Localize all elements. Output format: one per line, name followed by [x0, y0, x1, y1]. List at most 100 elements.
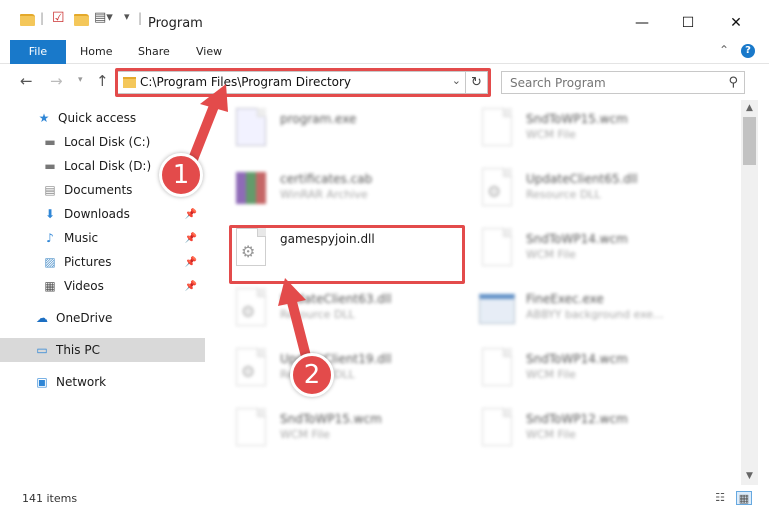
toolbar-dropdown-icon[interactable]: ▾: [124, 10, 130, 23]
pin-icon[interactable]: 📌: [185, 281, 197, 292]
pin-icon[interactable]: 📌: [185, 257, 197, 268]
sidebar-item-pictures[interactable]: ▨ Pictures 📌: [0, 250, 205, 274]
properties-icon[interactable]: ☑: [52, 10, 65, 26]
file-icon: [479, 348, 515, 388]
tab-home[interactable]: Home: [80, 40, 112, 64]
sidebar-item-label: Network: [56, 375, 107, 389]
customize-icon[interactable]: ▤▾: [94, 10, 113, 25]
scroll-up-icon[interactable]: ▲: [741, 100, 758, 117]
sidebar-item-music[interactable]: ♪ Music 📌: [0, 226, 205, 250]
sidebar-item-local-disk-c[interactable]: ▬ Local Disk (C:): [0, 130, 205, 154]
new-folder-icon[interactable]: [74, 14, 89, 26]
refresh-icon[interactable]: ↻: [465, 72, 487, 93]
pin-icon[interactable]: 📌: [185, 233, 197, 244]
list-item[interactable]: SndToWP14.wcm WCM File: [479, 224, 719, 280]
archive-file-icon: [233, 168, 269, 208]
close-button[interactable]: ✕: [713, 8, 759, 38]
file-name: gamespyjoin.dll: [280, 232, 375, 246]
title-bar: | ☑ ▤▾ ▾ | Program — ☐ ✕: [0, 0, 769, 40]
star-icon: ★: [38, 111, 50, 125]
download-icon: ⬇: [44, 207, 56, 221]
sidebar-item-label: Downloads: [64, 207, 130, 221]
list-item[interactable]: SndToWP12.wcm WCM File: [479, 404, 719, 460]
pictures-icon: ▨: [44, 255, 56, 269]
step-badge-1: 1: [159, 153, 203, 197]
large-icons-view-icon[interactable]: ▦: [736, 491, 752, 505]
chevron-up-icon[interactable]: ⌃: [719, 43, 729, 57]
sidebar-item-videos[interactable]: ▦ Videos 📌: [0, 274, 205, 298]
sidebar-item-this-pc[interactable]: ▭ This PC: [0, 338, 205, 362]
up-arrow-icon[interactable]: ↑: [96, 72, 109, 90]
list-item[interactable]: SndToWP15.wcm WCM File: [479, 104, 719, 160]
scroll-thumb[interactable]: [743, 117, 756, 165]
list-item[interactable]: SndToWP14.wcm WCM File: [479, 344, 719, 400]
search-box[interactable]: ⚲: [501, 71, 745, 94]
scroll-down-icon[interactable]: ▼: [741, 468, 758, 485]
sidebar-item-label: This PC: [56, 343, 100, 357]
address-path[interactable]: C:\Program Files\Program Directory: [140, 75, 351, 89]
chevron-down-icon[interactable]: ⌄: [452, 74, 461, 87]
address-bar[interactable]: C:\Program Files\Program Directory ⌄ ↻: [117, 71, 488, 94]
file-type: Resource DLL: [526, 188, 601, 201]
videos-icon: ▦: [44, 279, 56, 293]
file-icon: [479, 228, 515, 268]
maximize-button[interactable]: ☐: [665, 8, 711, 38]
list-item[interactable]: ⚙ UpdateClient63.dll Resource DLL: [233, 284, 473, 340]
file-name: SndToWP14.wcm: [526, 352, 628, 366]
window-title: Program: [148, 16, 203, 31]
list-item[interactable]: ⚙ UpdateClient19.dll Resource DLL: [233, 344, 473, 400]
sidebar-item-downloads[interactable]: ⬇ Downloads 📌: [0, 202, 205, 226]
sidebar-item-onedrive[interactable]: ☁ OneDrive: [0, 306, 205, 330]
file-type: Resource DLL: [280, 308, 355, 321]
drive-icon: ▬: [44, 135, 56, 149]
search-input[interactable]: [502, 72, 712, 93]
file-name: UpdateClient65.dll: [526, 172, 638, 186]
cloud-icon: ☁: [36, 311, 48, 325]
step-badge-2: 2: [290, 353, 334, 397]
tab-share[interactable]: Share: [138, 40, 170, 64]
list-item[interactable]: ⚙ UpdateClient65.dll Resource DLL: [479, 164, 719, 220]
ribbon: File Home Share View ⌃ ?: [0, 40, 769, 64]
dll-file-icon: ⚙: [479, 168, 515, 208]
file-name: SndToWP14.wcm: [526, 232, 628, 246]
forward-arrow-icon[interactable]: →: [50, 72, 63, 90]
file-icon: [479, 408, 515, 448]
music-icon: ♪: [46, 231, 54, 245]
file-icon: [233, 408, 269, 448]
folder-icon: [123, 77, 136, 88]
file-name: FineExec.exe: [526, 292, 604, 306]
list-item[interactable]: program.exe: [233, 104, 473, 160]
item-count: 141 items: [22, 492, 78, 505]
tab-file[interactable]: File: [10, 40, 66, 64]
minimize-button[interactable]: —: [619, 8, 665, 38]
details-view-icon[interactable]: ☷: [712, 491, 728, 505]
vertical-scrollbar[interactable]: ▲ ▼: [741, 100, 758, 485]
file-type: ABBYY background exe...: [526, 308, 664, 321]
sidebar-item-label: Videos: [64, 279, 104, 293]
exe-file-icon: [479, 288, 515, 328]
recent-dropdown-icon[interactable]: ▾: [78, 75, 83, 85]
pin-icon[interactable]: 📌: [185, 209, 197, 220]
file-type: WCM File: [526, 368, 576, 381]
list-item[interactable]: FineExec.exe ABBYY background exe...: [479, 284, 719, 340]
list-item[interactable]: certificates.cab WinRAR Archive: [233, 164, 473, 220]
sidebar-item-label: Quick access: [58, 111, 137, 125]
exe-file-icon: [233, 108, 269, 148]
sidebar-item-label: OneDrive: [56, 311, 113, 325]
network-icon: ▣: [36, 375, 48, 389]
list-item[interactable]: SndToWP15.wcm WCM File: [233, 404, 473, 460]
sidebar-item-label: Local Disk (C:): [64, 135, 151, 149]
file-icon: [479, 108, 515, 148]
folder-icon: [20, 14, 35, 26]
list-item[interactable]: ⚙ gamespyjoin.dll: [233, 224, 473, 280]
help-icon[interactable]: ?: [741, 44, 755, 58]
back-arrow-icon[interactable]: ←: [20, 72, 33, 90]
file-name: SndToWP15.wcm: [526, 112, 628, 126]
tab-view[interactable]: View: [196, 40, 222, 64]
sidebar-item-quick-access[interactable]: ★ Quick access: [0, 106, 205, 130]
sidebar-item-network[interactable]: ▣ Network: [0, 370, 205, 394]
search-icon[interactable]: ⚲: [728, 75, 738, 90]
file-type: WCM File: [526, 128, 576, 141]
separator: |: [138, 11, 143, 25]
dll-file-icon: ⚙: [233, 348, 269, 388]
